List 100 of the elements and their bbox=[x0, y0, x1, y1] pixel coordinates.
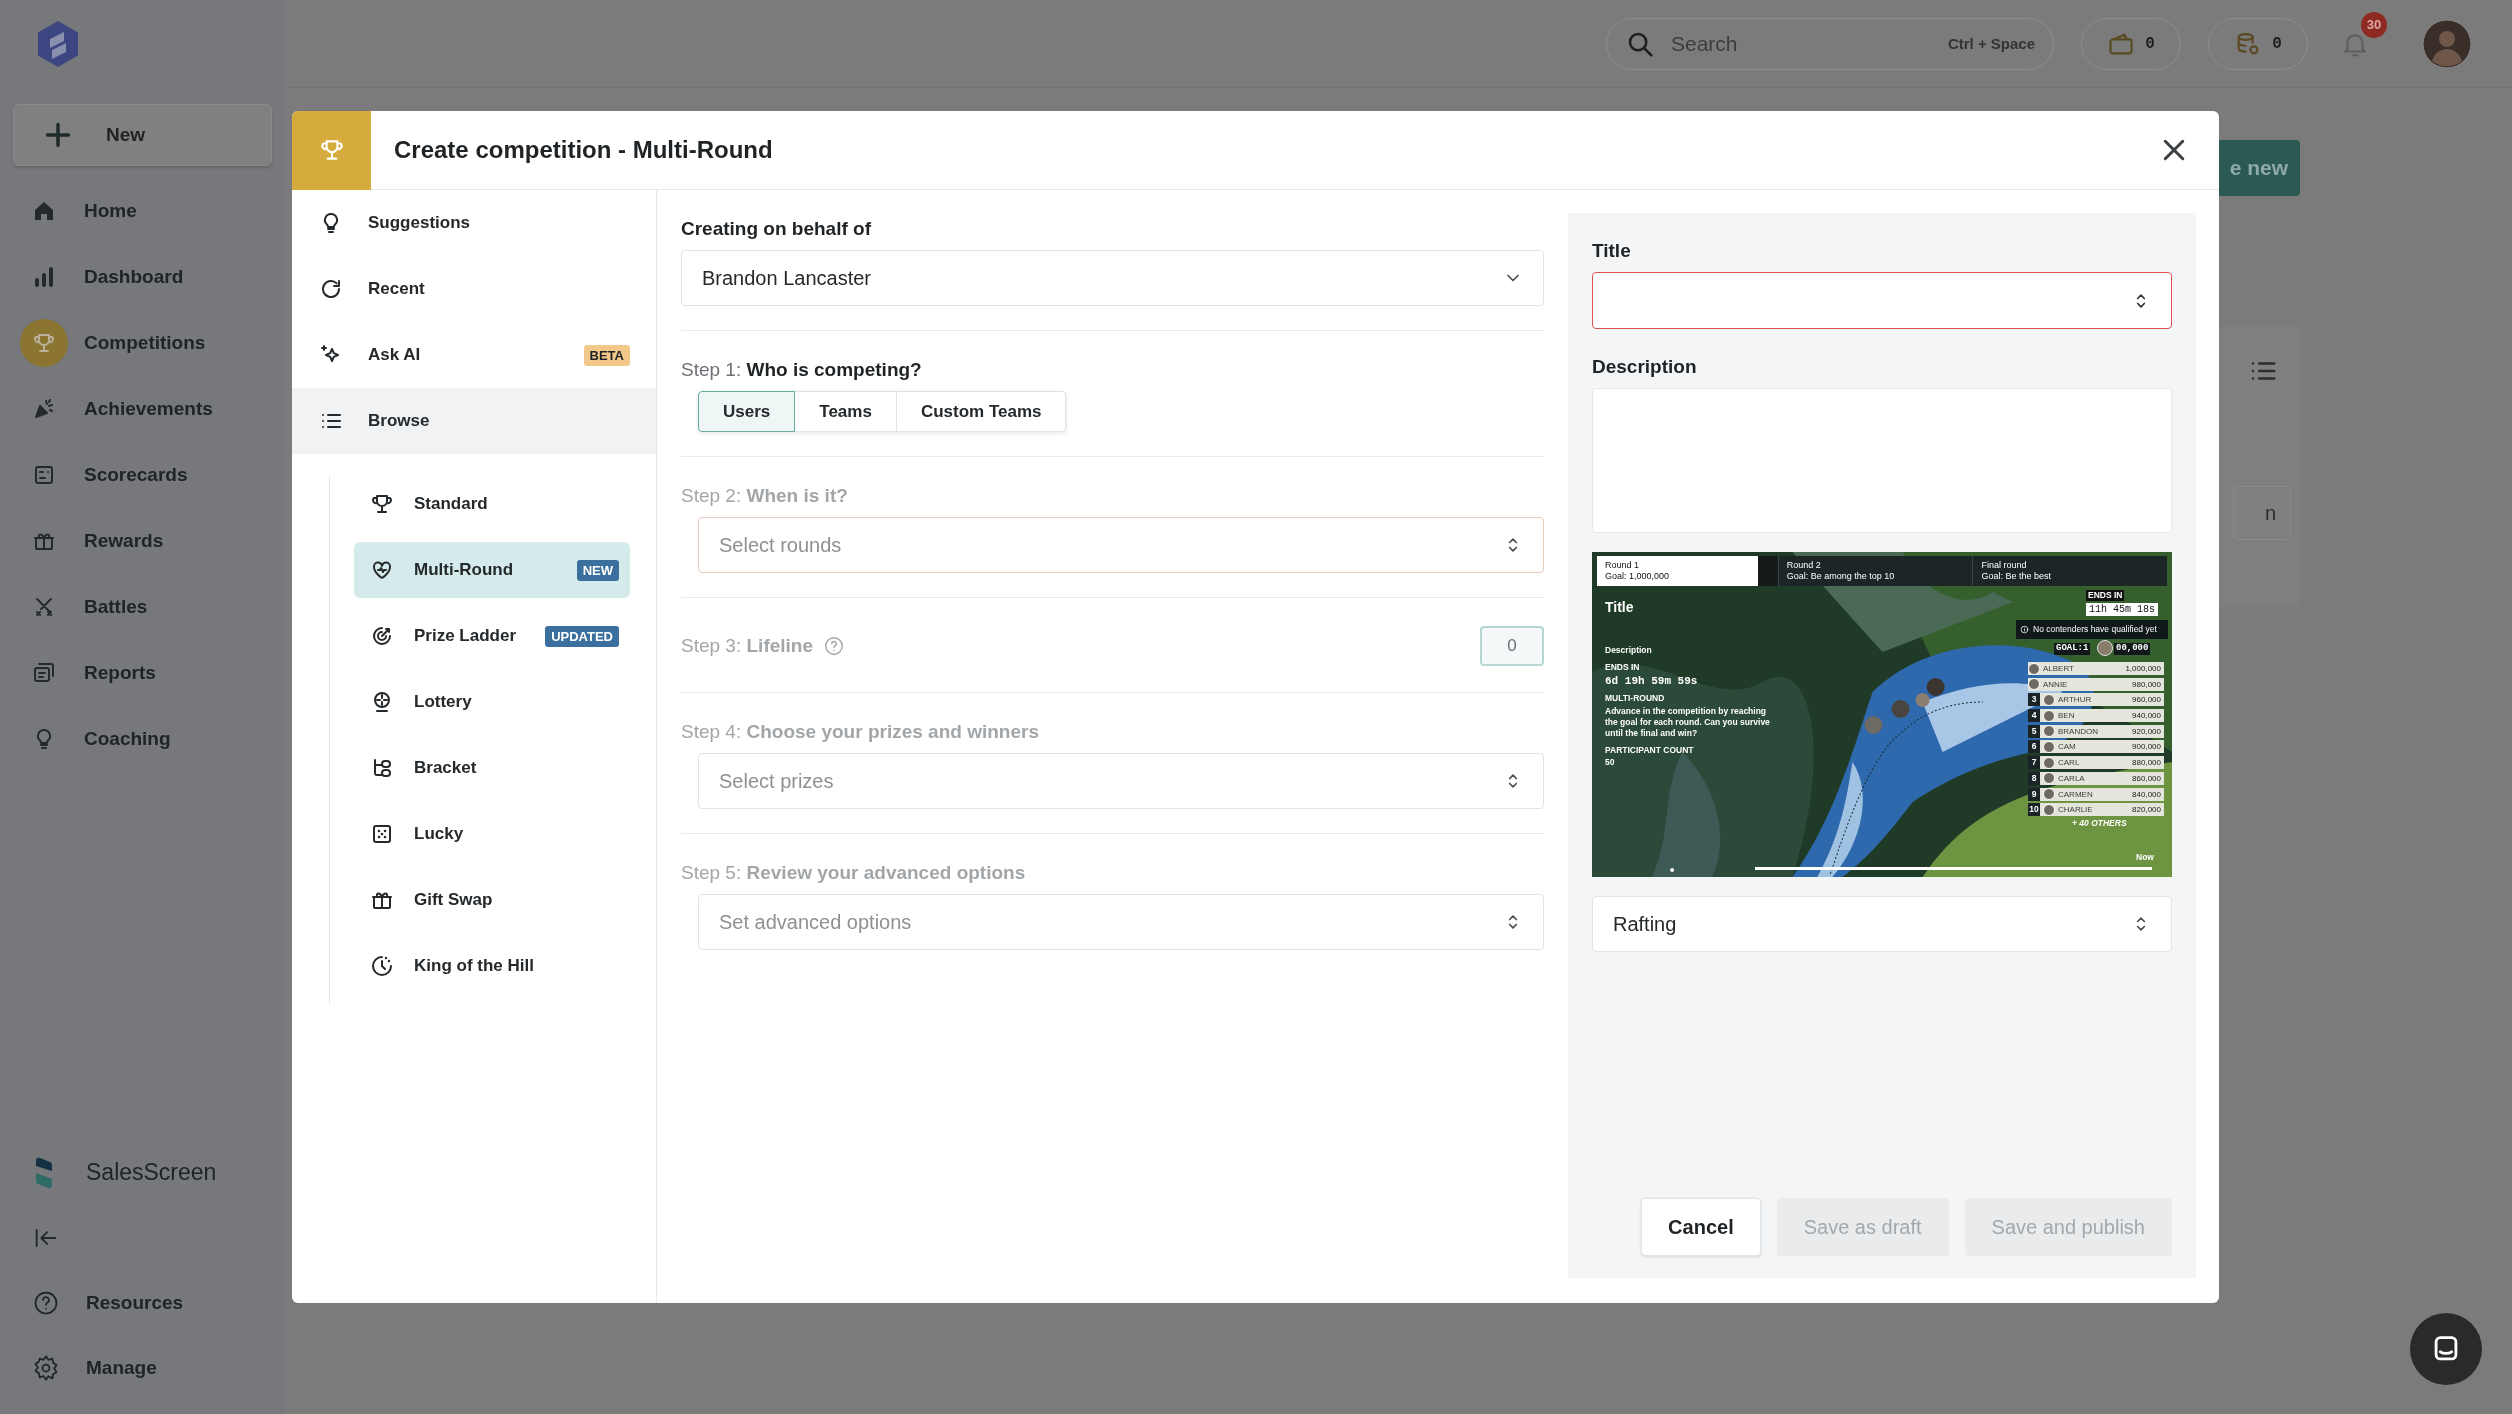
menu-item[interactable]: Standard bbox=[354, 476, 630, 532]
timer-value: 11h 45m 18s bbox=[2086, 603, 2158, 616]
new-button[interactable]: New bbox=[13, 104, 272, 166]
info-icon bbox=[2020, 625, 2029, 634]
refresh-icon bbox=[319, 277, 343, 301]
leader-name: CARLA bbox=[2058, 772, 2086, 785]
avatar bbox=[2043, 772, 2055, 785]
description-field[interactable] bbox=[1592, 388, 2172, 533]
logo-icon bbox=[36, 20, 80, 68]
plus-icon bbox=[44, 121, 72, 149]
mode-description: Advance in the competition by reaching the goal for each round. Can you survive until the final and win? bbox=[1605, 706, 1771, 740]
avatar bbox=[2043, 693, 2055, 706]
brand-name: SalesScreen bbox=[86, 1159, 217, 1186]
rank-number: 10 bbox=[2028, 803, 2040, 817]
trophy-icon bbox=[20, 319, 68, 367]
action-button[interactable]: Cancel bbox=[1641, 1198, 1761, 1256]
menu-item[interactable]: Recent bbox=[292, 256, 656, 322]
notice-text: No contenders have qualified yet bbox=[2033, 624, 2157, 635]
menu-item[interactable]: Ask AI BETA bbox=[292, 322, 656, 388]
avatar bbox=[2043, 725, 2055, 738]
preview-description: Description bbox=[1605, 646, 1652, 656]
house-icon bbox=[32, 199, 56, 223]
nav-item[interactable]: Manage bbox=[0, 1335, 285, 1400]
nav-item[interactable]: Achievements bbox=[0, 376, 285, 442]
step-label: Step 3: Lifeline bbox=[681, 634, 813, 658]
round-name: Round 1 bbox=[1605, 560, 1641, 570]
menu-item[interactable]: Gift Swap bbox=[354, 872, 630, 928]
nav-item[interactable]: Coaching bbox=[0, 706, 285, 772]
leader-name: BRANDON bbox=[2058, 725, 2099, 738]
bar-chart-icon bbox=[32, 265, 56, 289]
step-label: Step 4: Choose your prizes and winners bbox=[681, 720, 1040, 744]
menu-item[interactable]: Suggestions bbox=[292, 190, 656, 256]
count-value: 50 bbox=[1605, 758, 1615, 768]
leader-name: CHARLIE bbox=[2058, 804, 2094, 817]
nav-item[interactable]: Resources bbox=[0, 1270, 285, 1335]
menu-item[interactable]: Browse bbox=[292, 388, 656, 454]
leader-name: CARL bbox=[2058, 757, 2081, 770]
trophy-icon bbox=[370, 492, 394, 516]
goal-value: 00,000 bbox=[2114, 643, 2151, 655]
leader-score: 960,000 bbox=[2132, 694, 2161, 707]
logo-icon bbox=[34, 1156, 54, 1189]
preview-title: Title bbox=[1605, 600, 1634, 616]
avatar bbox=[2028, 678, 2040, 691]
nav-item[interactable]: Battles bbox=[0, 574, 285, 640]
round-goal: Goal: Be among the top 10 bbox=[1786, 571, 1896, 581]
leader-score: 980,000 bbox=[2132, 678, 2161, 691]
segment-tab[interactable]: Teams bbox=[794, 391, 897, 432]
menu-item[interactable]: Lottery bbox=[354, 674, 630, 730]
avatar bbox=[2043, 756, 2055, 769]
segment-tab[interactable]: Users bbox=[698, 391, 796, 432]
confetti-icon bbox=[32, 397, 56, 421]
nav-item[interactable]: Reports bbox=[0, 640, 285, 706]
nav-item[interactable]: Rewards bbox=[0, 508, 285, 574]
leader-score: 880,000 bbox=[2132, 757, 2161, 770]
step-label: Step 1: Who is competing? bbox=[681, 358, 923, 382]
badge: UPDATED bbox=[545, 625, 619, 647]
avatar bbox=[2043, 740, 2055, 753]
step-label: Step 5: Review your advanced options bbox=[681, 861, 1027, 885]
settings-icon bbox=[32, 1353, 60, 1382]
round-name: Final round bbox=[1981, 560, 2028, 570]
nav-item[interactable]: Dashboard bbox=[0, 244, 285, 310]
count-label: PARTICIPANT COUNT bbox=[1605, 746, 1694, 756]
menu-item[interactable]: King of the Hill bbox=[354, 938, 630, 994]
menu-item[interactable]: Multi-Round NEW bbox=[354, 542, 630, 598]
timer-label: ENDS IN bbox=[2086, 590, 2125, 602]
badge: BETA bbox=[583, 344, 630, 366]
leader-score: 900,000 bbox=[2132, 741, 2161, 754]
field-label: Description bbox=[1592, 355, 1698, 379]
select-field[interactable]: Rafting bbox=[1592, 896, 2172, 952]
document-stack-icon bbox=[32, 661, 56, 685]
avatar bbox=[2043, 709, 2055, 722]
nav-item[interactable]: Competitions bbox=[0, 310, 285, 376]
menu-item[interactable]: Prize Ladder UPDATED bbox=[354, 608, 630, 664]
rank-number: 3 bbox=[2028, 693, 2040, 707]
scorecard-icon bbox=[32, 463, 56, 487]
title-field[interactable] bbox=[1592, 272, 2172, 329]
mode-label: MULTI-ROUND bbox=[1605, 694, 1665, 704]
rank-number: 4 bbox=[2028, 709, 2040, 723]
leader-name: ARTHUR bbox=[2058, 694, 2093, 707]
create-button[interactable]: e new bbox=[2216, 140, 2300, 196]
leader-name: BEN bbox=[2058, 710, 2076, 723]
leader-name: CAM bbox=[2058, 741, 2077, 754]
nav-item[interactable]: Scorecards bbox=[0, 442, 285, 508]
others-count: + 40 OTHERS bbox=[2072, 819, 2127, 829]
timeline-label: Now bbox=[2136, 853, 2154, 863]
leader-score: 820,000 bbox=[2132, 804, 2161, 817]
avatar bbox=[2422, 18, 2472, 69]
card-button[interactable]: n bbox=[2233, 486, 2291, 540]
trophy-icon bbox=[318, 137, 345, 163]
countdown-value: 6d 19h 59m 59s bbox=[1605, 675, 1698, 688]
round-goal: Goal: 1,000,000 bbox=[1605, 571, 1671, 581]
avatar bbox=[2043, 788, 2055, 800]
shortcut-hint: Ctrl + Space bbox=[1947, 35, 2035, 52]
nav-item[interactable]: Home bbox=[0, 178, 285, 244]
menu-item[interactable]: Bracket bbox=[354, 740, 630, 796]
field-label: Title bbox=[1592, 239, 1632, 263]
goal-label: GOAL:1 bbox=[2054, 643, 2091, 655]
menu-item[interactable]: Lucky bbox=[354, 806, 630, 862]
dropdown[interactable]: Brandon Lancaster bbox=[681, 250, 1544, 306]
segment-tab[interactable]: Custom Teams bbox=[895, 391, 1067, 432]
